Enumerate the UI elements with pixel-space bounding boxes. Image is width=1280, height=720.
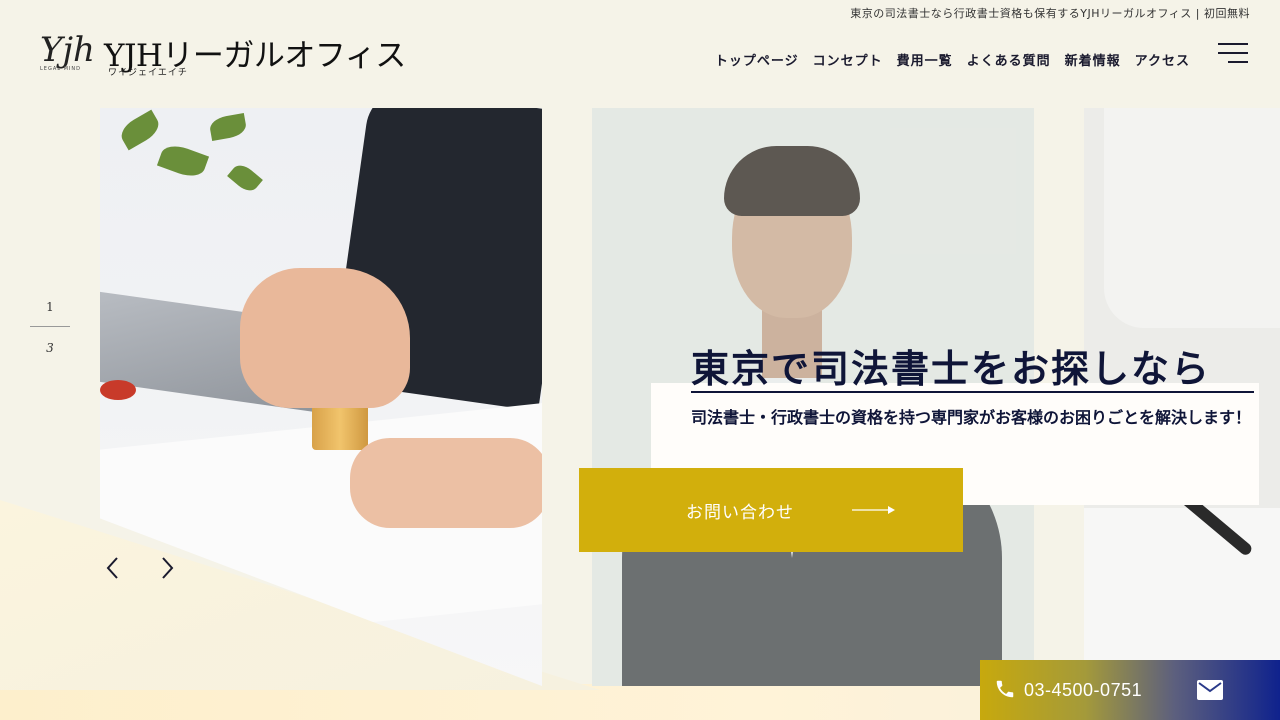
mail-icon[interactable]: [1196, 679, 1224, 701]
phone-number[interactable]: 03-4500-0751: [1024, 680, 1142, 701]
chevron-left-icon[interactable]: [100, 555, 126, 581]
arrow-right-icon: [852, 506, 895, 514]
nav-access[interactable]: アクセス: [1135, 50, 1190, 69]
contact-button-label: お問い合わせ: [686, 502, 794, 523]
hero-title-underline: [691, 391, 1254, 393]
main-nav: トップページ コンセプト 費用一覧 よくある質問 新着情報 アクセス: [715, 50, 1190, 69]
logo-reading: ワイジェイエイチ: [108, 68, 188, 78]
logo-script: Yjh: [40, 30, 95, 70]
slide-current: 1: [46, 300, 54, 314]
contact-bar: 03-4500-0751: [980, 660, 1280, 720]
nav-top[interactable]: トップページ: [715, 50, 799, 69]
nav-fees[interactable]: 費用一覧: [897, 50, 953, 69]
slide-total: 3: [46, 341, 54, 355]
chevron-right-icon[interactable]: [154, 555, 180, 581]
counter-divider: [30, 326, 70, 327]
nav-news[interactable]: 新着情報: [1065, 50, 1121, 69]
contact-button[interactable]: お問い合わせ: [579, 468, 963, 552]
phone-icon[interactable]: [994, 678, 1016, 700]
hero-subtitle: 司法書士・行政書士の資格を持つ専門家がお客様のお困りごとを解決します！: [691, 408, 1252, 427]
menu-icon[interactable]: [1218, 43, 1248, 65]
slide-counter: 1 3: [30, 300, 70, 355]
site-tagline: 東京の司法書士なら行政書士資格も保有するYJHリーガルオフィス | 初回無料: [850, 7, 1250, 20]
nav-concept[interactable]: コンセプト: [813, 50, 883, 69]
logo-sub: LEGAL MIND: [40, 66, 81, 72]
hero-title: 東京で司法書士をお探しなら: [691, 347, 1212, 391]
nav-faq[interactable]: よくある質問: [967, 50, 1051, 69]
logo-mark[interactable]: Yjh LEGAL MIND: [40, 30, 95, 74]
